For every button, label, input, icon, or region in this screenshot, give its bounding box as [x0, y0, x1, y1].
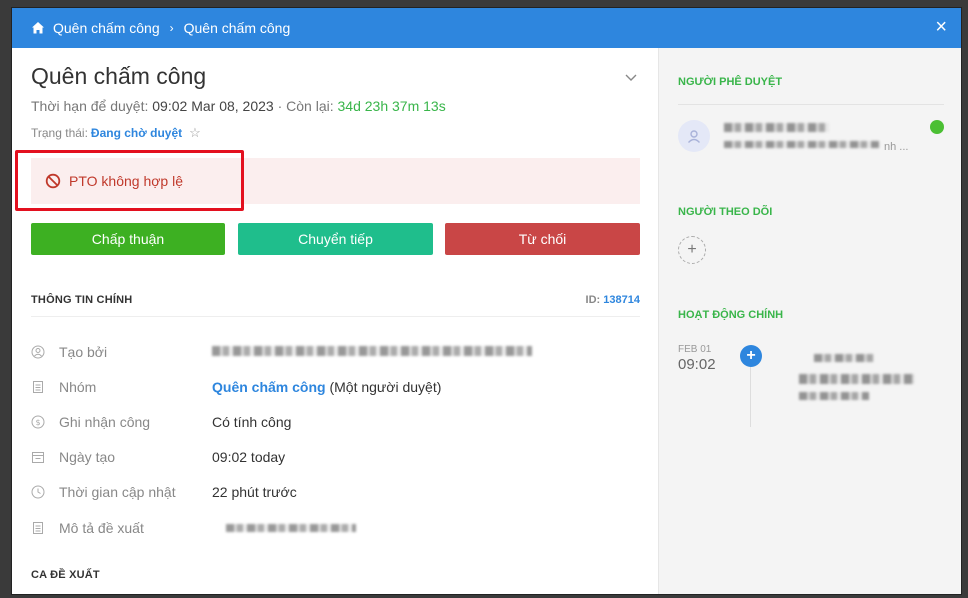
redacted-activity [799, 374, 914, 384]
group-suffix: (Một người duyệt) [325, 379, 442, 395]
forward-button[interactable]: Chuyển tiếp [238, 223, 433, 255]
online-status-dot [930, 120, 944, 134]
breadcrumb-item[interactable]: Quên chấm công [53, 20, 160, 36]
group-link[interactable]: Quên chấm công [212, 379, 326, 395]
shift-heading: CA ĐỀ XUẤT [31, 569, 100, 581]
chevron-down-icon[interactable] [624, 70, 638, 84]
id-value: 138714 [603, 294, 640, 306]
dollar-icon: $ [31, 415, 45, 429]
side-panel: NGƯỜI PHÊ DUYỆT nh ... NGƯỜI THEO DÕI + … [658, 48, 961, 594]
request-id: ID: 138714 [586, 294, 640, 306]
deadline-value: 09:02 Mar 08, 2023 [152, 98, 274, 114]
highlight-box [15, 150, 244, 211]
row-label: Ngày tạo [59, 449, 116, 465]
close-icon[interactable]: × [935, 17, 947, 37]
approve-button[interactable]: Chấp thuận [31, 223, 225, 255]
row-value: Quên chấm công (Một người duyệt) [212, 379, 441, 395]
breadcrumb-current: Quên chấm công [183, 20, 291, 36]
status-line: Trạng thái: Đang chờ duyệt ☆ [31, 125, 201, 141]
follower-heading: NGƯỜI THEO DÕI [678, 206, 773, 218]
row-description: Mô tả đề xuất [31, 518, 356, 538]
redacted-value [212, 346, 532, 356]
document-icon [31, 380, 45, 394]
row-label: Thời gian cập nhật [59, 484, 176, 500]
star-icon[interactable]: ☆ [189, 125, 201, 140]
approver-role-tail: nh ... [884, 141, 909, 153]
modal-header: Quên chấm công › Quên chấm công × [12, 8, 961, 48]
calendar-icon [31, 450, 45, 464]
main-panel: Quên chấm công Thời hạn để duyệt: 09:02 … [12, 48, 658, 594]
divider [678, 104, 944, 105]
id-label: ID: [585, 294, 601, 306]
row-updated: Thời gian cập nhật 22 phút trước [31, 482, 297, 502]
row-label: Ghi nhận công [59, 414, 151, 430]
row-created-date: Ngày tạo 09:02 today [31, 447, 285, 467]
home-icon[interactable] [31, 21, 45, 35]
activity-heading: HOẠT ĐỘNG CHÍNH [678, 309, 784, 321]
row-created-by: Tạo bởi [31, 342, 532, 362]
document-icon [31, 521, 45, 535]
page-title: Quên chấm công [31, 63, 207, 89]
redacted-approver-name [724, 123, 829, 132]
row-label: Mô tả đề xuất [59, 520, 144, 536]
approver-heading: NGƯỜI PHÊ DUYỆT [678, 76, 783, 88]
chevron-right-icon: › [169, 21, 174, 35]
activity-time: 09:02 [678, 356, 716, 373]
reject-button[interactable]: Từ chối [445, 223, 640, 255]
row-timekeeping: $ Ghi nhận công Có tính công [31, 412, 291, 432]
row-label: Nhóm [59, 379, 97, 395]
deadline-label: Thời hạn để duyệt: [31, 98, 149, 114]
row-value: 22 phút trước [212, 484, 297, 500]
divider [31, 316, 640, 317]
redacted-activity [799, 392, 869, 400]
redacted-approver-role [724, 141, 879, 148]
deadline-text: Thời hạn để duyệt: 09:02 Mar 08, 2023 · … [31, 98, 446, 114]
redacted-value [226, 524, 356, 532]
redacted-activity [814, 354, 874, 362]
row-value: Có tính công [212, 414, 292, 430]
activity-date: FEB 01 [678, 344, 712, 355]
svg-text:$: $ [35, 418, 40, 427]
add-follower-button[interactable]: + [678, 236, 706, 264]
request-modal: Quên chấm công › Quên chấm công × Quên c… [12, 8, 961, 594]
status-label: Trạng thái: [31, 126, 88, 140]
row-value: 09:02 today [212, 449, 286, 465]
main-info-heading: THÔNG TIN CHÍNH [31, 294, 133, 306]
plus-icon[interactable]: + [740, 345, 762, 367]
clock-icon [31, 485, 45, 499]
user-icon [31, 345, 45, 359]
remain-label: · Còn lại: [277, 98, 334, 114]
row-label: Tạo bởi [59, 344, 108, 360]
status-badge: Đang chờ duyệt [90, 126, 183, 140]
remain-value: 34d 23h 37m 13s [337, 98, 446, 114]
avatar[interactable] [678, 120, 710, 152]
row-group: Nhóm Quên chấm công (Một người duyệt) [31, 377, 441, 397]
